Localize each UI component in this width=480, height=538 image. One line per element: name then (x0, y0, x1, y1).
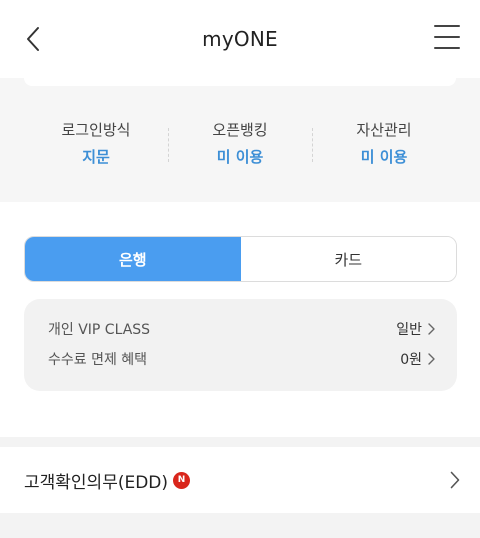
fee-exemption-row[interactable]: 수수료 면제 혜택 0원 (48, 349, 435, 369)
vip-class-value: 일반 (396, 322, 422, 338)
tab-bank[interactable]: 은행 (25, 237, 241, 281)
menu-button[interactable] (434, 24, 460, 50)
edd-menu-item[interactable]: 고객확인의무(EDD) N (0, 447, 480, 513)
edd-label: 고객확인의무(EDD) (24, 472, 169, 493)
hamburger-menu-icon (434, 25, 460, 27)
stat-login-method[interactable]: 로그인방식 지문 (24, 120, 168, 167)
vip-class-row[interactable]: 개인 VIP CLASS 일반 (48, 319, 435, 339)
app-header: myONE (0, 0, 480, 78)
stat-value: 미 이용 (360, 148, 408, 166)
chevron-right-icon (428, 323, 435, 335)
stat-label: 오픈뱅킹 (212, 121, 268, 139)
section-divider (0, 513, 480, 538)
chevron-right-icon (428, 353, 435, 365)
tab-card[interactable]: 카드 (240, 237, 456, 281)
stat-value: 지문 (82, 148, 110, 166)
service-status-row: 로그인방식 지문 오픈뱅킹 미 이용 자산관리 미 이용 (24, 120, 456, 167)
fee-exemption-value: 0원 (400, 352, 422, 368)
stat-open-banking[interactable]: 오픈뱅킹 미 이용 (168, 120, 312, 167)
profile-card-edge (24, 78, 456, 86)
stat-asset-management[interactable]: 자산관리 미 이용 (312, 120, 456, 167)
stat-value: 미 이용 (216, 148, 264, 166)
section-divider (0, 437, 480, 447)
account-summary-section: 로그인방식 지문 오픈뱅킹 미 이용 자산관리 미 이용 (0, 78, 480, 202)
page-title: myONE (202, 27, 278, 51)
stat-label: 로그인방식 (61, 121, 131, 139)
benefit-info-card: 개인 VIP CLASS 일반 수수료 면제 혜택 0원 (24, 299, 457, 391)
chevron-right-icon (450, 471, 460, 489)
stat-label: 자산관리 (356, 121, 412, 139)
vip-class-label: 개인 VIP CLASS (48, 322, 151, 338)
segment-tabs: 은행 카드 (24, 236, 457, 282)
fee-exemption-label: 수수료 면제 혜택 (48, 352, 148, 368)
new-badge: N (173, 471, 191, 489)
